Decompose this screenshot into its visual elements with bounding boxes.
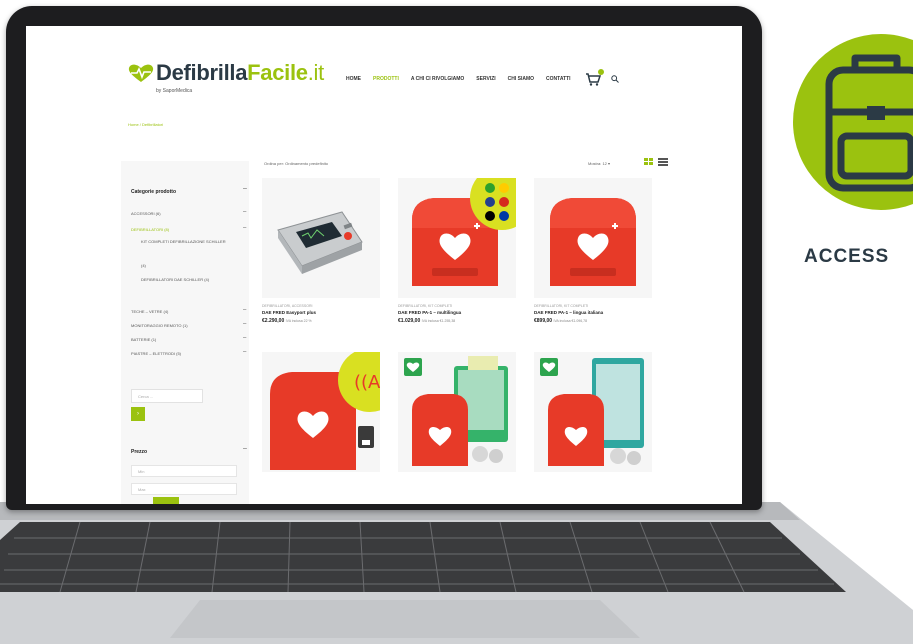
collapse-icon[interactable]: – <box>243 445 247 452</box>
product-card[interactable] <box>534 352 652 502</box>
product-card[interactable]: DEFIBRILLATORI, KIT COMPLETI DAE FRED PA… <box>398 178 516 346</box>
price-slider-handle[interactable] <box>153 497 179 504</box>
product-image[interactable] <box>534 178 652 298</box>
price-amount: €2.290,00 <box>262 318 285 324</box>
price-vat: IVA inclusa €1.096,78 <box>553 319 588 323</box>
nav-chi-siamo[interactable]: CHI SIAMO <box>508 76 534 82</box>
red-defibrillator-image <box>534 178 652 298</box>
category-defibrillatori[interactable]: DEFIBRILLATORI (8) <box>131 227 169 232</box>
defibrillator-case-image <box>534 352 652 472</box>
expand-icon[interactable]: – <box>243 225 246 231</box>
sort-dropdown[interactable]: Ordina per: Ordinamento predefinito <box>264 161 328 166</box>
expand-icon[interactable]: – <box>243 335 246 341</box>
expand-icon[interactable]: – <box>243 307 246 313</box>
collapse-icon[interactable]: – <box>243 185 247 192</box>
search-submit-button[interactable]: › <box>131 407 145 421</box>
backpack-icon <box>825 54 913 192</box>
product-category: DEFIBRILLATORI, KIT COMPLETI <box>534 304 589 308</box>
grid-view-icon[interactable] <box>644 158 654 166</box>
heart-pulse-icon <box>128 64 154 82</box>
expand-icon[interactable]: – <box>243 321 246 327</box>
defibrillator-kit-image <box>398 352 516 472</box>
product-image[interactable] <box>262 178 380 298</box>
price-max-input[interactable]: Max <box>131 483 237 495</box>
category-monitoraggio[interactable]: MONITORAGGIO REMOTO (1) <box>131 323 188 328</box>
logo-wordmark: DefibrillaFacile.it <box>156 60 324 86</box>
logo-main: Defibrilla <box>156 60 248 85</box>
category-batterie[interactable]: BATTERIE (1) <box>131 337 156 342</box>
product-price: €899,00 IVA inclusa €1.096,78 <box>534 318 587 324</box>
product-image[interactable] <box>534 352 652 472</box>
search-icon[interactable] <box>610 75 619 83</box>
subcategory-kit-completi[interactable]: KIT COMPLETI DEFIBRILLAZIONE SCHILLER <box>141 239 235 245</box>
product-category: DEFIBRILLATORI, ACCESSORI <box>262 304 313 308</box>
product-card[interactable]: DEFIBRILLATORI, ACCESSORI DAE FRED Easyp… <box>262 178 380 346</box>
nav-home[interactable]: HOME <box>346 76 361 82</box>
category-teche-vetre[interactable]: TECHE – VETRE (4) <box>131 309 168 314</box>
red-defibrillator-image <box>398 178 516 298</box>
category-accessori[interactable]: ACCESSORI (6) <box>131 211 161 216</box>
product-card[interactable] <box>398 352 516 502</box>
product-image[interactable]: ((A)) <box>262 352 380 472</box>
shop-sidebar: Categorie prodotto – ACCESSORI (6) – DEF… <box>121 161 249 504</box>
expand-icon[interactable]: – <box>243 349 246 355</box>
price-vat: IVA inclusa €1.255,38 <box>421 319 456 323</box>
list-view-icon[interactable] <box>658 158 668 166</box>
laptop-lid: DefibrillaFacile.it by SaporMedica HOME … <box>6 6 762 510</box>
price-min-input[interactable]: Min <box>131 465 237 477</box>
product-name[interactable]: DAE FRED Easyport plus <box>262 310 316 315</box>
subcategory-dae-schiller[interactable]: DEFIBRILLATORI DAE SCHILLER (4) <box>141 277 235 283</box>
product-card[interactable]: ((A)) <box>262 352 380 502</box>
nav-contatti[interactable]: CONTATTI <box>546 76 571 82</box>
product-price: €2.290,00 IVA inclusa 22 % <box>262 318 312 324</box>
product-image[interactable] <box>398 352 516 472</box>
product-category: DEFIBRILLATORI, KIT COMPLETI <box>398 304 453 308</box>
price-filter-title: Prezzo <box>131 449 148 455</box>
logo-accent: Facile <box>247 60 308 85</box>
accessories-label: ACCESS <box>804 246 890 267</box>
product-price: €1.029,00 IVA inclusa €1.255,38 <box>398 318 455 324</box>
product-name[interactable]: DAE FRED PA-1 – lingua italiana <box>534 310 603 315</box>
price-amount: €899,00 <box>534 318 553 324</box>
defibrillator-monitor-image <box>262 178 380 298</box>
price-amount: €1.029,00 <box>398 318 421 324</box>
nav-a-chi-ci-rivolgiamo[interactable]: A CHI CI RIVOLGIAMO <box>411 76 464 82</box>
product-name[interactable]: DAE FRED PA-1 – multilingua <box>398 310 461 315</box>
nav-servizi[interactable]: SERVIZI <box>476 76 495 82</box>
main-navigation: HOME PRODOTTI A CHI CI RIVOLGIAMO SERVIZ… <box>346 69 619 86</box>
per-page-dropdown[interactable]: Mostra: 12 ▾ <box>588 161 610 166</box>
cart-count-badge <box>597 69 604 75</box>
site-header: DefibrillaFacile.it by SaporMedica HOME … <box>26 26 742 127</box>
expand-icon[interactable]: – <box>243 209 246 215</box>
cart-icon[interactable] <box>585 69 604 86</box>
categories-title: Categorie prodotto <box>131 189 176 195</box>
svg-text:((A)): ((A)) <box>354 372 380 393</box>
breadcrumb[interactable]: Home / Defibrillatori <box>128 122 163 127</box>
logo-tld: .it <box>307 60 325 85</box>
product-search-input[interactable]: Cerca ... <box>131 389 203 403</box>
site-logo[interactable]: DefibrillaFacile.it <box>128 60 324 86</box>
laptop-keyboard <box>0 500 913 644</box>
accessories-badge[interactable] <box>793 34 913 210</box>
logo-tagline: by SaporMedica <box>156 88 193 94</box>
browser-viewport: DefibrillaFacile.it by SaporMedica HOME … <box>26 26 742 504</box>
product-card[interactable]: DEFIBRILLATORI, KIT COMPLETI DAE FRED PA… <box>534 178 652 346</box>
nav-prodotti[interactable]: PRODOTTI <box>373 76 399 82</box>
stage: DefibrillaFacile.it by SaporMedica HOME … <box>0 0 913 644</box>
price-vat: IVA inclusa 22 % <box>285 319 312 323</box>
wireless-defibrillator-image: ((A)) <box>262 352 380 472</box>
subcategory-kit-count: (4) <box>141 263 146 268</box>
category-piastre[interactable]: PIASTRE – ELETTRODI (5) <box>131 351 181 356</box>
product-image[interactable] <box>398 178 516 298</box>
